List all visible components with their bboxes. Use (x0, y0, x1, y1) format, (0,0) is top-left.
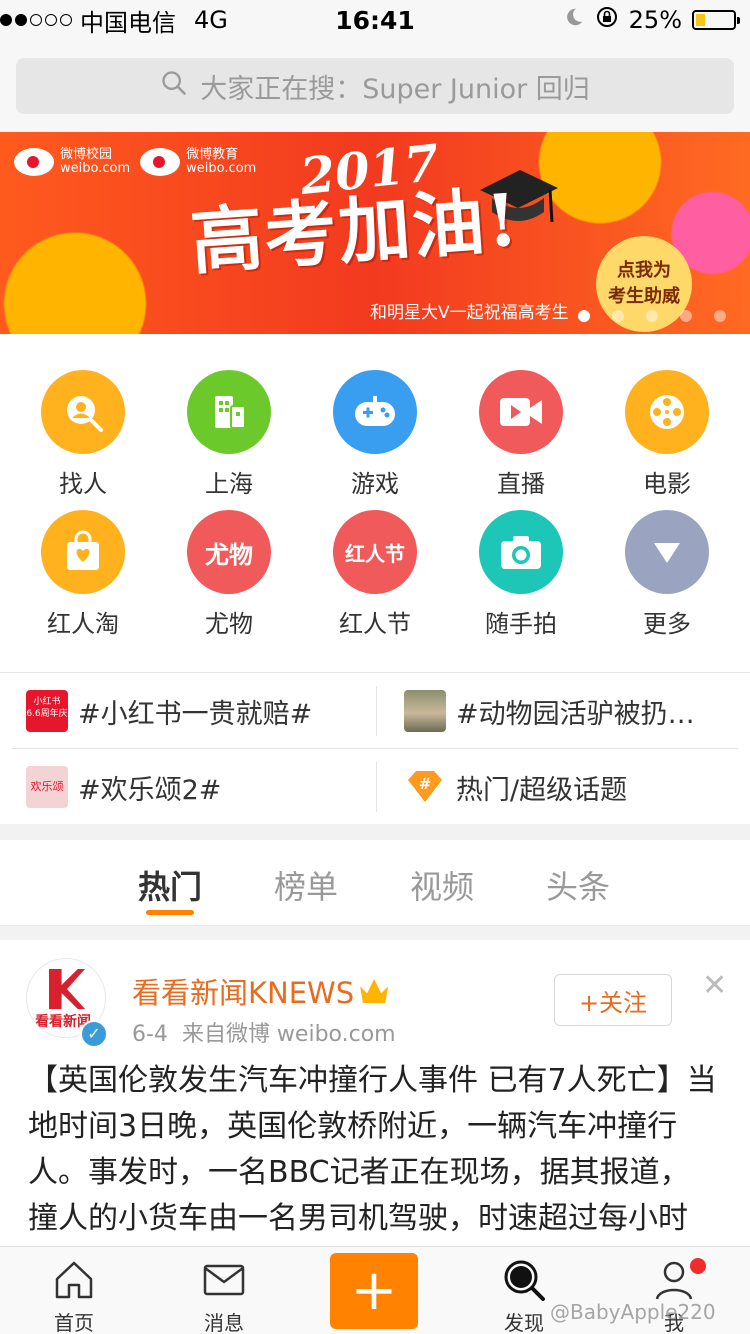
zoo-photo-thumb (404, 690, 446, 732)
weibo-education-logo: 微博教育 weibo.com (140, 148, 256, 176)
video-camera-icon (479, 370, 563, 454)
grid-item-hongrenjie[interactable]: 红人节 红人节 (302, 510, 448, 650)
weibo-campus-logo: 微博校园 weibo.com (14, 148, 130, 176)
tab-home[interactable]: 首页 (24, 1257, 124, 1334)
grid-item-games[interactable]: 游戏 (302, 370, 448, 510)
crown-icon (360, 979, 389, 1003)
tab-videos[interactable]: 视频 (374, 840, 510, 925)
verified-badge-icon: ✓ (80, 1020, 108, 1048)
battery-icon (692, 10, 740, 30)
watermark: @BabyApple220 (550, 1300, 716, 1324)
rotation-lock-icon (595, 5, 619, 35)
grid-item-label: 随手拍 (485, 610, 557, 638)
film-reel-icon (625, 370, 709, 454)
promo-banner[interactable]: 微博校园 weibo.com 微博教育 weibo.com 2017 高考加油! 和… (0, 132, 750, 334)
tab-headlines[interactable]: 头条 (510, 840, 646, 925)
envelope-icon (203, 1264, 245, 1296)
hongrenjie-text-icon: 红人节 (333, 510, 417, 594)
grid-item-label: 红人节 (339, 610, 411, 638)
xiaohongshu-thumb: 小红书 6.6周年庆 (26, 690, 68, 732)
buildings-icon (187, 370, 271, 454)
hashtag-diamond-icon: # (404, 766, 446, 808)
feed-tabs: 热门 榜单 视频 头条 (0, 840, 750, 926)
grid-item-youwu[interactable]: 尤物 尤物 (156, 510, 302, 650)
home-icon (55, 1261, 93, 1299)
topic-label: 热门/超级话题 (456, 774, 628, 806)
topic-item[interactable]: 小红书 6.6周年庆 #小红书一贵就赔# (26, 673, 312, 749)
grid-item-snapshot[interactable]: 随手拍 (448, 510, 594, 650)
shopping-bag-icon (41, 510, 125, 594)
grid-item-label: 直播 (497, 470, 545, 498)
author-name[interactable]: 看看新闻KNEWS (132, 970, 389, 1012)
discover-search-icon (504, 1260, 545, 1301)
search-placeholder: 大家正在搜：Super Junior 回归 (200, 73, 590, 105)
grid-item-hongrentao[interactable]: 红人淘 (10, 510, 156, 650)
battery-percent: 25% (628, 6, 682, 34)
close-icon[interactable]: ✕ (702, 968, 727, 1003)
knews-logo-icon (49, 969, 85, 1009)
topic-label: #动物园活驴被扔… (456, 698, 695, 730)
camera-icon (479, 510, 563, 594)
moon-icon (563, 6, 585, 34)
banner-pager[interactable] (578, 310, 726, 322)
youwu-text-icon: 尤物 (187, 510, 271, 594)
banner-logos: 微博校园 weibo.com 微博教育 weibo.com (14, 148, 256, 176)
grid-item-more[interactable]: 更多 (594, 510, 740, 650)
find-person-icon (41, 370, 125, 454)
grid-item-label: 更多 (643, 610, 691, 638)
chevron-down-icon (625, 510, 709, 594)
topic-item[interactable]: # 热门/超级话题 (404, 749, 627, 825)
divider (376, 686, 377, 736)
tab-messages[interactable]: 消息 (174, 1257, 274, 1334)
trending-topics: 小红书 6.6周年庆 #小红书一贵就赔# #动物园活驴被扔… 欢乐颂 #欢乐颂2#… (0, 672, 750, 824)
huanlesong-thumb: 欢乐颂 (26, 766, 68, 808)
topic-item[interactable]: #动物园活驴被扔… (404, 673, 695, 749)
grid-item-shanghai[interactable]: 上海 (156, 370, 302, 510)
divider (376, 762, 377, 812)
grid-item-movies[interactable]: 电影 (594, 370, 740, 510)
post-meta: 6-4 来自微博 weibo.com (132, 1022, 396, 1047)
compose-button[interactable]: + (330, 1253, 418, 1329)
status-bar: 中国电信 4G 16:41 25% (0, 0, 750, 40)
grid-item-label: 电影 (643, 470, 691, 498)
topic-label: #欢乐颂2# (78, 774, 222, 806)
grid-item-live[interactable]: 直播 (448, 370, 594, 510)
feed-card: 看看新闻 ✓ 看看新闻KNEWS 6-4 来自微博 weibo.com +关注 … (0, 926, 750, 1246)
gamepad-icon (333, 370, 417, 454)
topic-item[interactable]: 欢乐颂 #欢乐颂2# (26, 749, 221, 825)
pager-dot[interactable] (714, 310, 726, 322)
search-area: 大家正在搜：Super Junior 回归 (0, 40, 750, 132)
grid-item-label: 找人 (59, 470, 107, 498)
grid-item-label: 红人淘 (47, 610, 119, 638)
grid-item-label: 上海 (205, 470, 253, 498)
topic-label: #小红书一贵就赔# (78, 698, 313, 730)
entry-grid: 找人 上海 游戏 直播 电影 红人淘 尤物 尤物 红人节 红人节 随手拍 更多 (0, 334, 750, 672)
search-input[interactable]: 大家正在搜：Super Junior 回归 (16, 58, 734, 114)
grid-item-find-person[interactable]: 找人 (10, 370, 156, 510)
pager-dot[interactable] (646, 310, 658, 322)
pager-dot[interactable] (680, 310, 692, 322)
banner-headline: 高考加油! (187, 176, 523, 285)
grid-item-label: 尤物 (205, 610, 253, 638)
svg-text:#: # (419, 775, 432, 793)
tab-rankings[interactable]: 榜单 (238, 840, 374, 925)
follow-button[interactable]: +关注 (554, 974, 672, 1026)
notification-badge (690, 1258, 706, 1274)
tab-hot[interactable]: 热门 (102, 840, 238, 925)
post-text[interactable]: 【英国伦敦发生汽车冲撞行人事件 已有7人死亡】当地时间3日晚，英国伦敦桥附近，一… (28, 1058, 718, 1246)
search-icon (160, 69, 188, 104)
pager-dot[interactable] (612, 310, 624, 322)
banner-subtitle: 和明星大V一起祝福高考生 (370, 303, 569, 323)
pager-dot[interactable] (578, 310, 590, 322)
grid-item-label: 游戏 (351, 470, 399, 498)
